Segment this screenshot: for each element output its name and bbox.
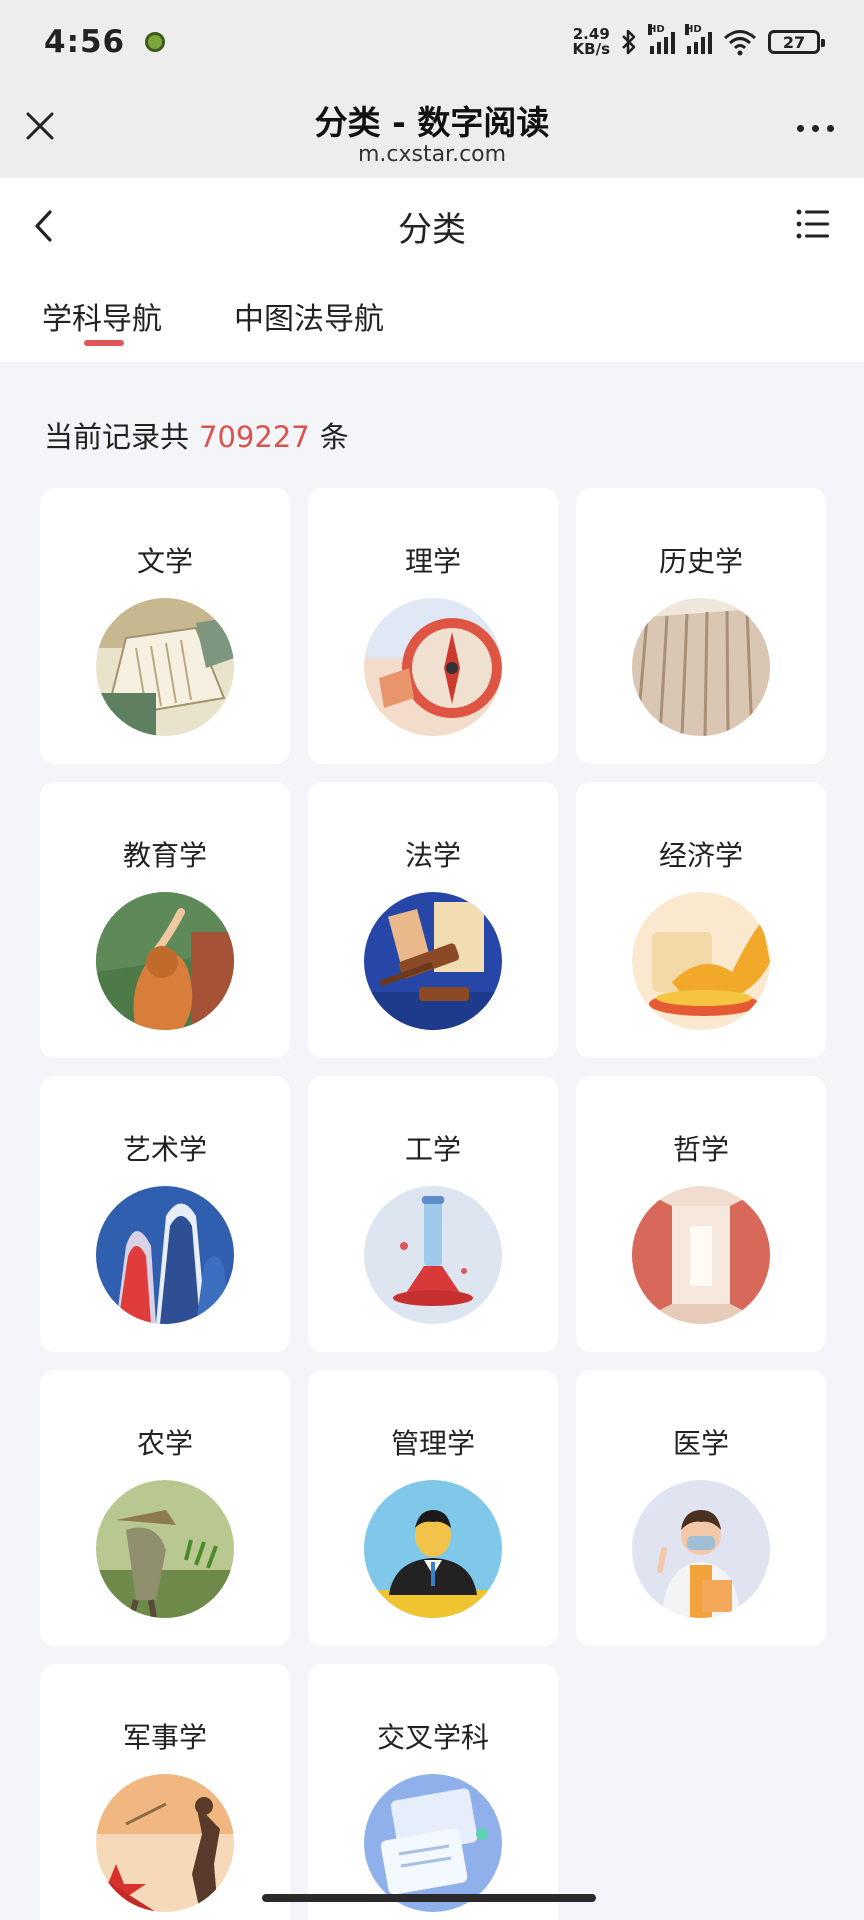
category-card-history[interactable]: 历史学 xyxy=(576,488,826,764)
more-dot-icon xyxy=(812,124,819,132)
browser-header: 分类 - 数字阅读 m.cxstar.com xyxy=(0,84,864,178)
category-card-engineering[interactable]: 工学 xyxy=(308,1076,558,1352)
sim2-hd-label: HD xyxy=(685,24,702,35)
category-label: 交叉学科 xyxy=(376,1721,489,1754)
compass-icon xyxy=(364,598,502,736)
category-label: 工学 xyxy=(404,1133,461,1166)
status-icons: 2.49 KB/s HD HD 27 xyxy=(573,24,825,57)
category-label: 农学 xyxy=(136,1427,193,1460)
corridor-icon xyxy=(632,1186,770,1324)
network-speed-unit: KB/s xyxy=(572,40,610,58)
category-card-medicine[interactable]: 医学 xyxy=(576,1370,826,1646)
farmer-icon xyxy=(96,1480,234,1618)
status-time: 4:56 xyxy=(44,24,126,60)
status-bar: 4:56 2.49 KB/s HD HD 27 xyxy=(0,0,864,84)
category-label: 历史学 xyxy=(658,545,743,578)
network-speed: 2.49 KB/s xyxy=(573,27,610,57)
bluetooth-icon xyxy=(620,28,638,56)
category-label: 军事学 xyxy=(122,1721,207,1754)
category-card-literature[interactable]: 文学 xyxy=(40,488,290,764)
category-card-management[interactable]: 管理学 xyxy=(308,1370,558,1646)
tab-subject-navigation[interactable]: 学科导航 xyxy=(42,294,162,338)
documents-icon xyxy=(364,1774,502,1912)
tab-clc-navigation[interactable]: 中图法导航 xyxy=(234,294,384,338)
more-dot-icon xyxy=(827,124,834,132)
sim1-hd-label: HD xyxy=(648,24,665,35)
category-label: 哲学 xyxy=(672,1133,729,1166)
category-card-agriculture[interactable]: 农学 xyxy=(40,1370,290,1646)
category-label: 经济学 xyxy=(658,839,743,872)
category-label: 教育学 xyxy=(122,839,207,872)
app-notification-icon xyxy=(145,32,166,52)
book-icon xyxy=(96,598,234,736)
manager-icon xyxy=(364,1480,502,1618)
category-label: 理学 xyxy=(404,545,461,578)
category-card-interdisciplinary[interactable]: 交叉学科 xyxy=(308,1664,558,1920)
category-card-philosophy[interactable]: 哲学 xyxy=(576,1076,826,1352)
category-label: 法学 xyxy=(404,839,461,872)
bamboo-slips-icon xyxy=(632,598,770,736)
gold-ingot-icon xyxy=(632,892,770,1030)
category-card-military[interactable]: 军事学 xyxy=(40,1664,290,1920)
more-dot-icon xyxy=(797,124,804,132)
list-menu-icon xyxy=(796,209,829,239)
flask-icon xyxy=(364,1186,502,1324)
category-card-art[interactable]: 艺术学 xyxy=(40,1076,290,1352)
category-card-economics[interactable]: 经济学 xyxy=(576,782,826,1058)
record-count-value: 709227 xyxy=(199,420,310,454)
signal-sim1-icon: HD xyxy=(648,24,675,54)
navigation-tabs: 学科导航 中图法导航 xyxy=(0,274,864,362)
doctor-icon xyxy=(632,1480,770,1618)
browser-url: m.cxstar.com xyxy=(357,142,507,167)
record-count: 当前记录共 709227 条 xyxy=(44,414,349,456)
page-title: 分类 xyxy=(398,210,466,250)
record-count-suffix: 条 xyxy=(319,420,349,454)
home-indicator[interactable] xyxy=(262,1894,596,1902)
wifi-icon xyxy=(722,28,758,56)
menu-button[interactable] xyxy=(796,208,830,240)
category-card-science[interactable]: 理学 xyxy=(308,488,558,764)
category-label: 管理学 xyxy=(390,1427,475,1460)
teacher-icon xyxy=(96,892,234,1030)
category-label: 医学 xyxy=(672,1427,729,1460)
category-card-law[interactable]: 法学 xyxy=(308,782,558,1058)
military-star-icon xyxy=(96,1774,234,1912)
category-card-education[interactable]: 教育学 xyxy=(40,782,290,1058)
more-options-button[interactable] xyxy=(797,114,834,142)
app-navbar: 分类 xyxy=(0,178,864,274)
record-count-prefix: 当前记录共 xyxy=(44,420,190,454)
gavel-icon xyxy=(364,892,502,1030)
category-label: 文学 xyxy=(136,545,193,578)
browser-page-title: 分类 - 数字阅读 xyxy=(314,103,550,142)
signal-sim2-icon: HD xyxy=(685,24,712,54)
category-label: 艺术学 xyxy=(122,1133,207,1166)
battery-indicator: 27 xyxy=(768,30,825,54)
art-shapes-icon xyxy=(96,1186,234,1324)
active-tab-indicator xyxy=(84,340,124,346)
